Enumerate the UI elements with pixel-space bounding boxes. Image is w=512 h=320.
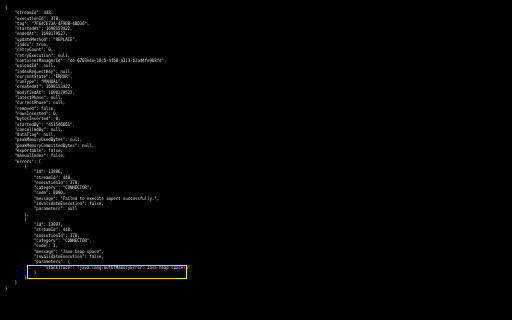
json-line: }: [5, 285, 8, 291]
json-output: { "streamId": 448, "executionId": 378, "…: [5, 5, 190, 291]
terminal-screen: { "streamId": 448, "executionId": 378, "…: [0, 0, 512, 320]
